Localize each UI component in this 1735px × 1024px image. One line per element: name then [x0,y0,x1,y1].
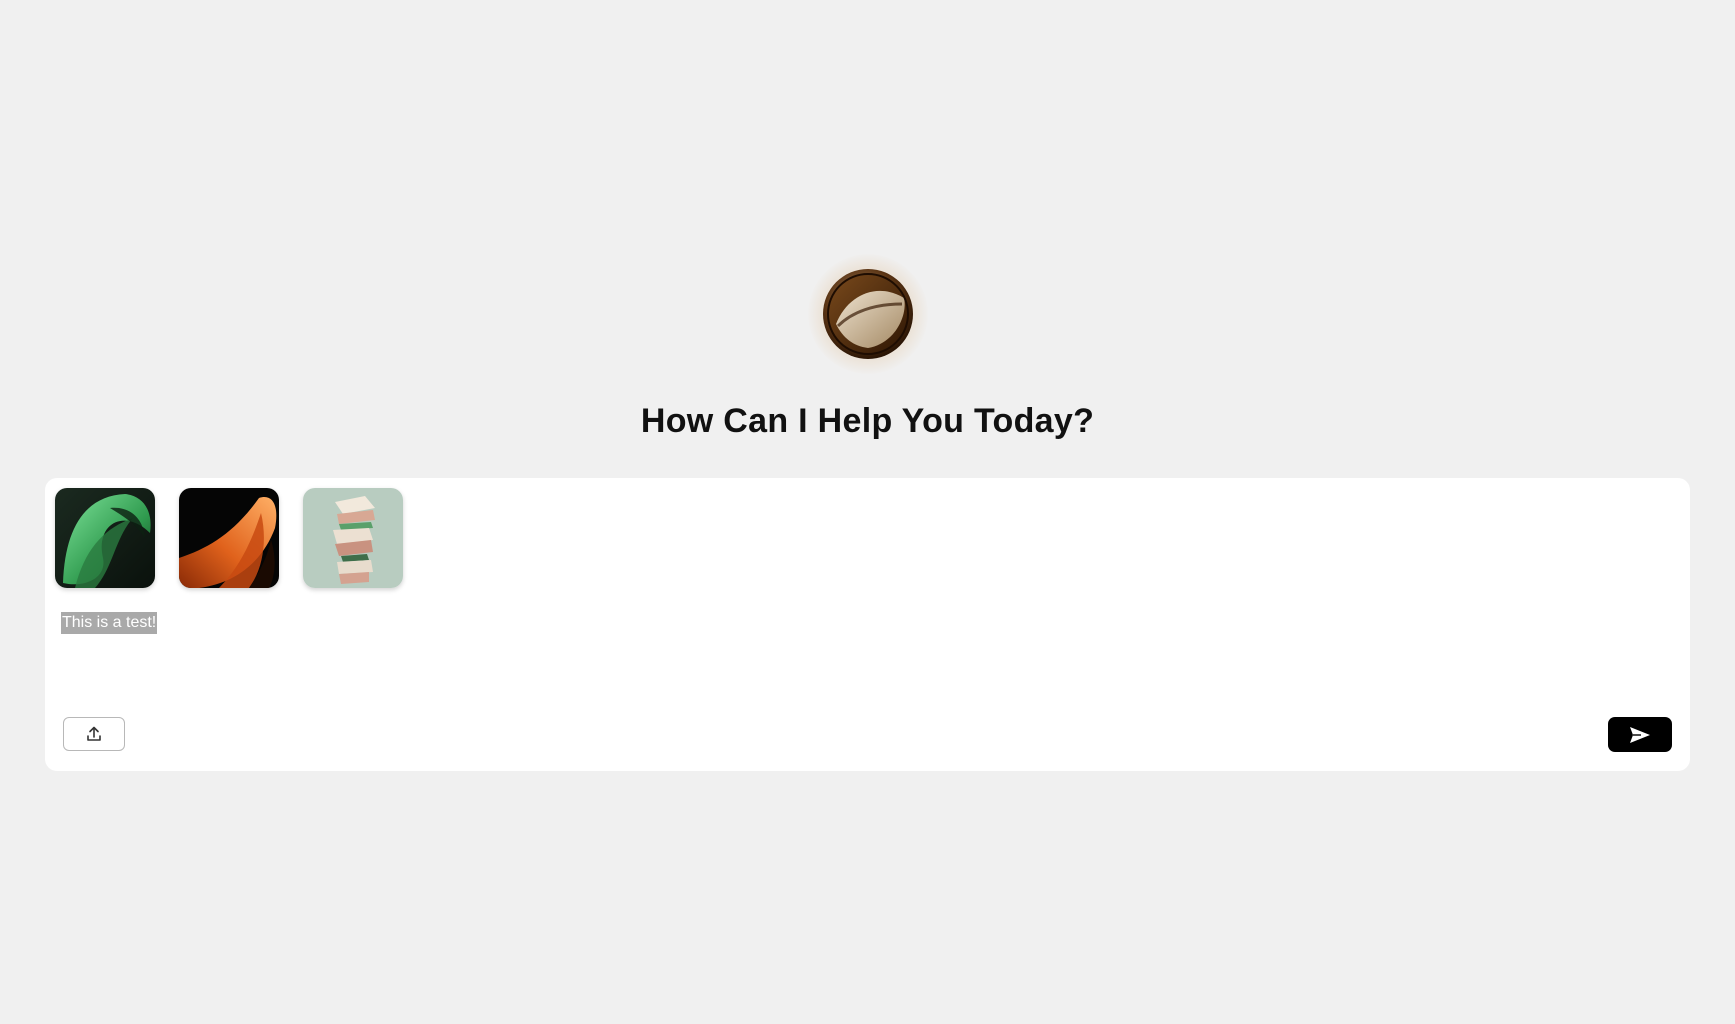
stacked-food-image [303,488,403,588]
page-title: How Can I Help You Today? [640,402,1095,440]
upload-icon [87,726,101,741]
attachment-thumbnail-green[interactable] [55,488,155,588]
message-text[interactable]: This is a test! [61,612,158,634]
composer-panel: This is a test! [45,478,1690,771]
orb-logo-icon [808,254,928,374]
page: How Can I Help You Today? This is a test… [0,0,1735,1024]
green-ribbon-image [55,488,155,588]
send-button[interactable] [1608,717,1672,752]
upload-button[interactable] [63,717,125,751]
send-icon [1630,726,1650,743]
attachment-thumbnail-orange[interactable] [179,488,279,588]
attachment-thumbnail-food[interactable] [303,488,403,588]
orange-ribbon-image [179,488,279,588]
